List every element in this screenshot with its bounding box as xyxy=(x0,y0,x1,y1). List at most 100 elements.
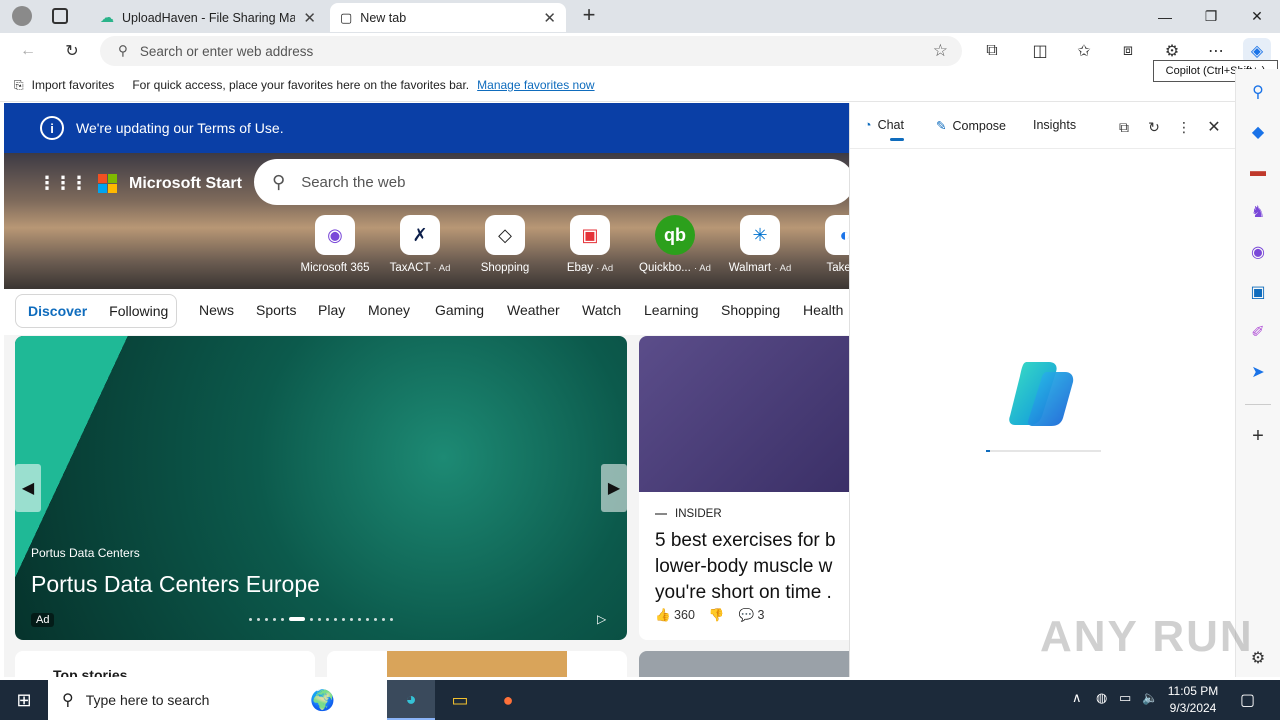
firefox-icon[interactable]: ● xyxy=(484,680,532,720)
nav-learning[interactable]: Learning xyxy=(644,302,699,318)
nav-play[interactable]: Play xyxy=(318,302,345,318)
open-in-new-icon[interactable]: ⧉ xyxy=(1114,117,1134,137)
featured-card[interactable]: ◀ ▶ Portus Data Centers Portus Data Cent… xyxy=(15,336,627,640)
designer-icon[interactable]: ✐ xyxy=(1245,319,1271,345)
minimize-button[interactable]: — xyxy=(1142,0,1188,33)
favorite-star-icon[interactable]: ☆ xyxy=(933,41,948,61)
favorites-icon[interactable]: ✩ xyxy=(1070,38,1098,64)
copilot-panel: ◔ Chat ✎ Compose Insights ⧉ ↻ ⋮ ✕ xyxy=(849,103,1236,677)
web-search-box[interactable]: ⚲ Search the web xyxy=(254,159,849,205)
collections-icon[interactable]: ⧈ xyxy=(1114,38,1142,64)
refresh-button[interactable]: ↻ xyxy=(58,38,86,64)
send-icon[interactable]: ➤ xyxy=(1245,359,1271,385)
comments-button[interactable]: 💬 3 xyxy=(738,608,764,623)
notifications-icon[interactable]: ▢ xyxy=(1240,690,1255,710)
shopping-tag-icon[interactable]: ◆ xyxy=(1245,119,1271,145)
brand[interactable]: ⋮⋮⋮ Microsoft Start xyxy=(38,173,242,194)
quick-link-shopping[interactable]: ◇ Shopping xyxy=(466,215,544,274)
article-card[interactable]: INSIDER 5 best exercises for b lower-bod… xyxy=(639,336,849,640)
tab-uploadhaven[interactable]: ☁ UploadHaven - File Sharing Made ✕ xyxy=(90,3,326,32)
publisher-name: INSIDER xyxy=(675,508,722,520)
copilot-tab-insights[interactable]: Insights xyxy=(1033,118,1076,132)
volume-icon[interactable]: 🔈 xyxy=(1142,690,1158,706)
restore-button[interactable]: ❐ xyxy=(1188,0,1234,33)
loading-bar xyxy=(986,450,1101,452)
extensions-icon[interactable]: ⧉ xyxy=(978,38,1006,64)
nav-weather[interactable]: Weather xyxy=(507,302,560,318)
close-window-button[interactable]: ✕ xyxy=(1234,0,1280,33)
close-tab-icon[interactable]: ✕ xyxy=(303,9,316,27)
article-title: 5 best exercises for b lower-body muscle… xyxy=(655,530,836,603)
quick-link-label: Ebay xyxy=(566,262,594,274)
apps-grid-icon[interactable]: ⋮⋮⋮ xyxy=(38,173,88,194)
nav-health[interactable]: Health xyxy=(803,302,843,318)
favorites-hint: For quick access, place your favorites h… xyxy=(132,78,470,92)
close-icon[interactable]: ✕ xyxy=(1204,117,1224,137)
publisher-logo-icon xyxy=(655,513,667,515)
news-card[interactable] xyxy=(327,651,627,677)
more-options-icon[interactable]: ⋮ xyxy=(1174,117,1194,137)
nav-sports[interactable]: Sports xyxy=(256,302,296,318)
quick-link-quickbooks[interactable]: qb Quickbo... · Ad xyxy=(636,215,714,274)
games-icon[interactable]: ♞ xyxy=(1245,199,1271,225)
quick-link-ebay[interactable]: ▣ Ebay · Ad xyxy=(551,215,629,274)
profile-avatar[interactable] xyxy=(12,6,32,26)
address-bar[interactable]: ⚲ Search or enter web address ☆ xyxy=(100,36,962,66)
quick-link-label: Walmart xyxy=(728,262,772,274)
tab-new-tab[interactable]: ▢ New tab ✕ xyxy=(330,3,566,32)
nav-watch[interactable]: Watch xyxy=(582,302,621,318)
search-icon: ⚲ xyxy=(62,692,74,709)
dislike-button[interactable]: 👎 xyxy=(709,608,725,623)
file-explorer-icon[interactable]: ▭ xyxy=(436,680,484,720)
back-button[interactable]: ← xyxy=(14,38,42,64)
outlook-icon[interactable]: ▣ xyxy=(1245,279,1271,305)
favorites-bar: ⎘ Import favorites For quick access, pla… xyxy=(0,69,1280,102)
tab-actions-icon[interactable] xyxy=(52,8,68,24)
add-icon[interactable]: + xyxy=(1245,423,1271,449)
carousel-prev-button[interactable]: ◀ xyxy=(15,464,41,512)
network-icon[interactable]: ▭ xyxy=(1119,690,1131,706)
nav-shopping[interactable]: Shopping xyxy=(721,302,780,318)
tools-icon[interactable]: ▬ xyxy=(1245,159,1271,185)
nav-money[interactable]: Money xyxy=(368,302,410,318)
ad-badge: Ad xyxy=(31,613,55,627)
tab-discover[interactable]: Discover xyxy=(28,303,87,319)
copilot-tab-compose[interactable]: ✎ Compose xyxy=(936,118,1006,134)
split-screen-icon[interactable]: ◫ xyxy=(1026,38,1054,64)
quick-link-taxact[interactable]: ✗ TaxACT · Ad xyxy=(381,215,459,274)
tag-icon: ◇ xyxy=(485,215,525,255)
terms-banner[interactable]: i We're updating our Terms of Use. xyxy=(4,103,849,153)
watermark: ANY RUN xyxy=(1040,612,1254,661)
meet-now-icon[interactable]: ◍ xyxy=(1096,690,1107,706)
ad-label: · Ad xyxy=(433,263,451,274)
system-clock[interactable]: 11:05 PM 9/3/2024 xyxy=(1160,683,1226,717)
ad-label: · Ad xyxy=(596,263,614,274)
adchoices-icon[interactable]: ▷ xyxy=(597,612,606,626)
microsoft365-icon: ◉ xyxy=(315,215,355,255)
like-button[interactable]: 👍 360 xyxy=(655,608,695,623)
manage-favorites-link[interactable]: Manage favorites now xyxy=(477,78,594,92)
nav-news[interactable]: News xyxy=(199,302,234,318)
news-card[interactable] xyxy=(639,651,849,677)
copilot-tab-chat[interactable]: ◔ Chat xyxy=(864,118,904,141)
carousel-next-button[interactable]: ▶ xyxy=(601,464,627,512)
close-tab-icon[interactable]: ✕ xyxy=(543,9,556,27)
taxact-icon: ✗ xyxy=(400,215,440,255)
task-view-icon[interactable]: ⧉ xyxy=(336,680,384,720)
show-hidden-icons[interactable]: ∧ xyxy=(1072,690,1082,706)
nav-gaming[interactable]: Gaming xyxy=(435,302,484,318)
quick-link-microsoft365[interactable]: ◉ Microsoft 365 xyxy=(296,215,374,274)
top-stories-card[interactable]: Top stories xyxy=(15,651,315,677)
quick-link-walmart[interactable]: ✳ Walmart · Ad xyxy=(721,215,799,274)
search-icon[interactable]: ⚲ xyxy=(1245,79,1271,105)
start-button[interactable]: ⊞ xyxy=(0,680,48,720)
import-icon: ⎘ xyxy=(14,77,24,92)
edge-taskbar-icon[interactable]: ◕ xyxy=(387,680,435,720)
new-tab-button[interactable]: + xyxy=(578,4,600,27)
tab-following[interactable]: Following xyxy=(109,303,168,319)
carousel-dots[interactable] xyxy=(249,617,393,621)
refresh-icon[interactable]: ↻ xyxy=(1144,117,1164,137)
quick-link-takelessons[interactable]: ◐ TakeLe xyxy=(806,215,849,274)
microsoft365-icon[interactable]: ◉ xyxy=(1245,239,1271,265)
import-favorites-link[interactable]: Import favorites xyxy=(32,78,115,92)
